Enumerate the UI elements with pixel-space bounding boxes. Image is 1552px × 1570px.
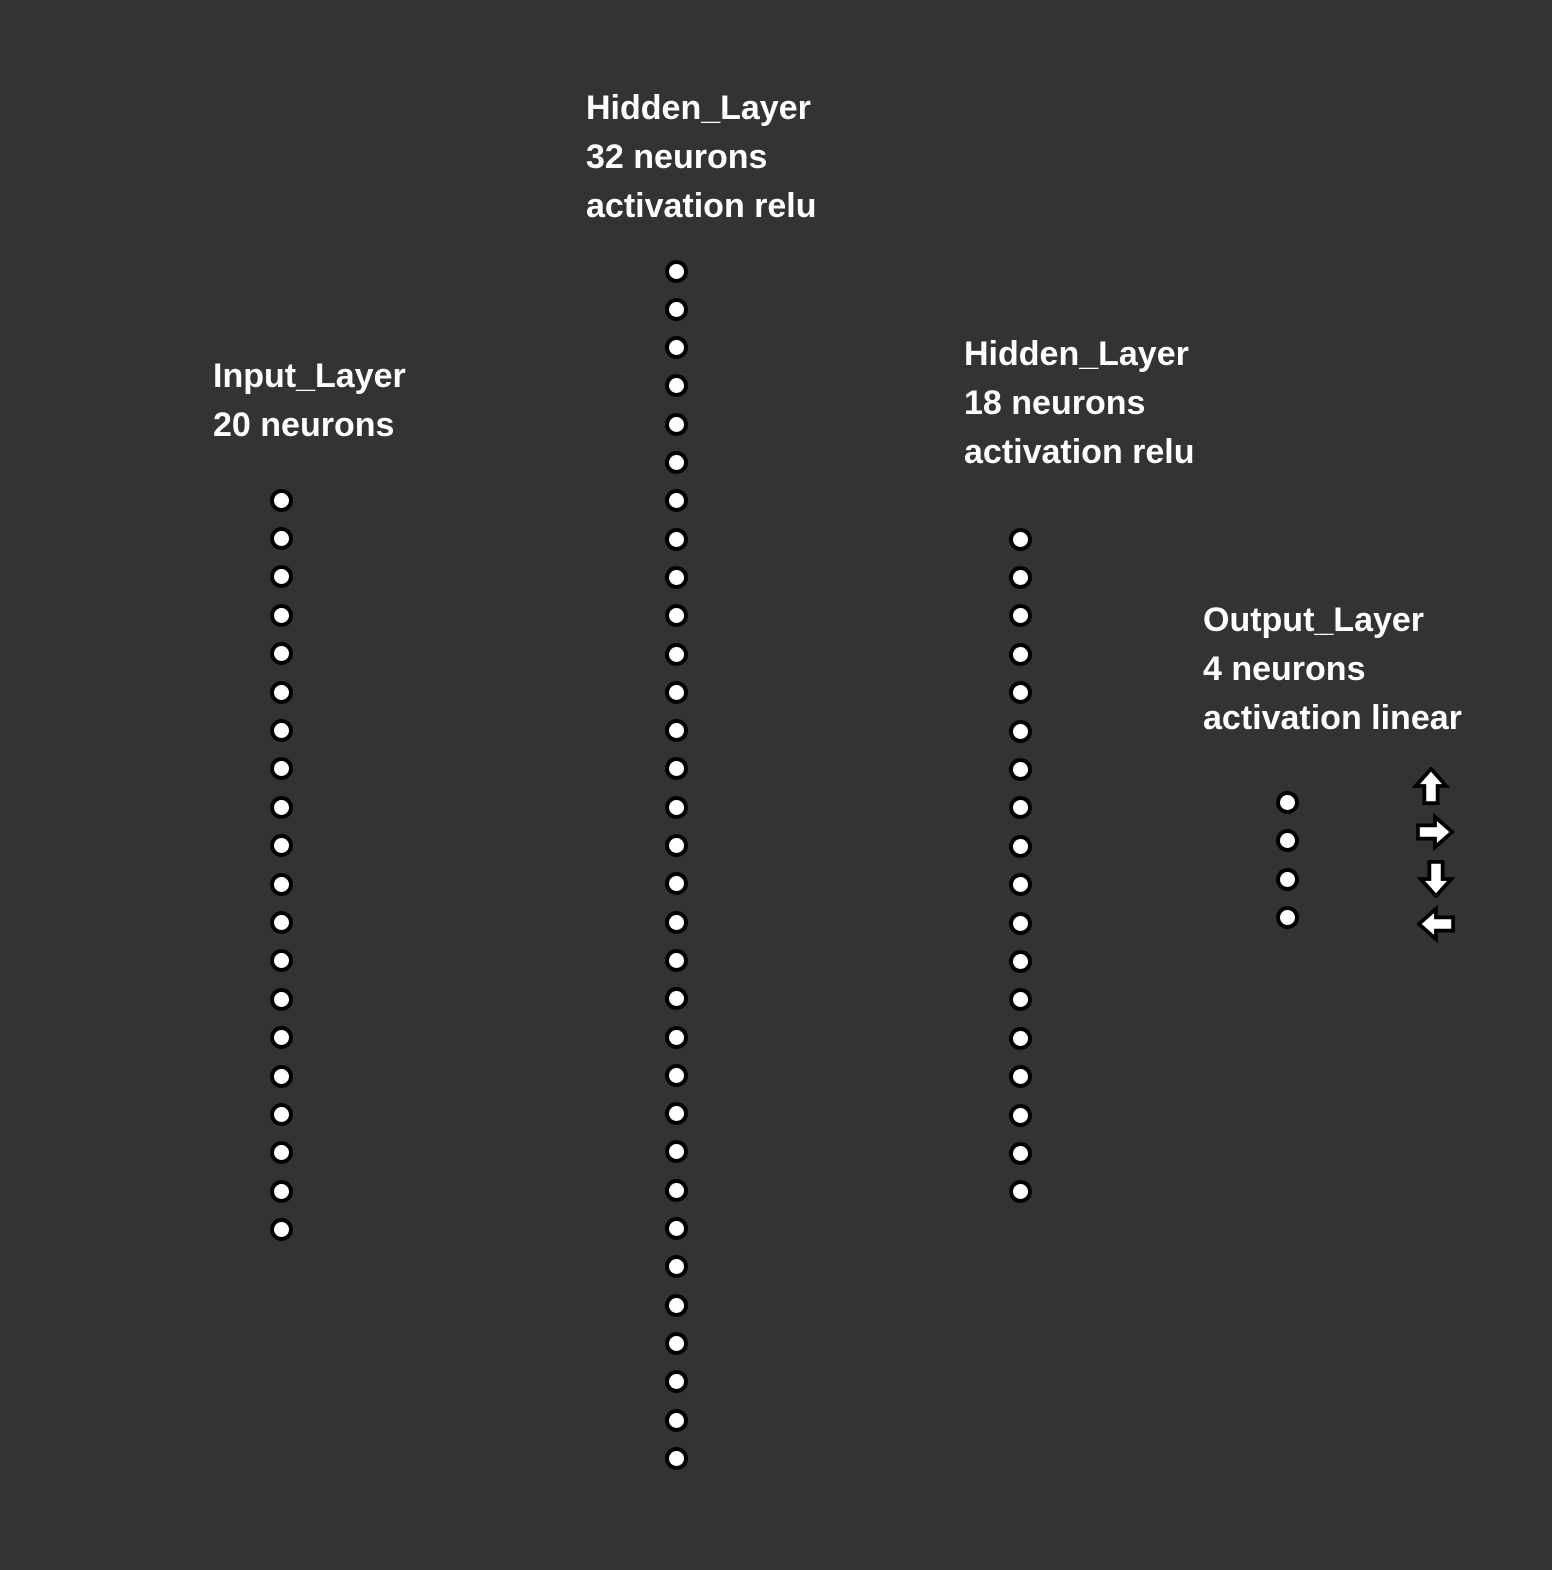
neuron [664,527,688,551]
neuron [664,1063,688,1087]
neuron [1275,867,1299,891]
neuron [1008,642,1032,666]
neuron [269,757,293,781]
neuron [1275,829,1299,852]
neuron [664,987,688,1011]
neuron [1008,719,1032,743]
layer-name: Input_Layer [213,357,406,395]
neuron [664,1025,688,1049]
neuron [269,1064,293,1088]
neuron [664,604,688,628]
neuron [1008,527,1032,551]
layer-name: Hidden_Layer [964,335,1189,373]
neuron [664,1255,688,1279]
neuron [269,565,293,589]
neuron [664,1408,688,1432]
neuron [664,259,688,283]
layer-name: Output_Layer [1203,601,1425,639]
activation-label: activation relu [586,187,817,225]
neuron [269,987,293,1011]
neuron [664,336,688,360]
neuron [664,374,688,398]
neuron [269,1102,293,1126]
neuron [1008,911,1032,935]
activation-label: activation relu [964,433,1195,471]
neuron [1008,988,1032,1012]
neuron [664,1178,688,1202]
neuron-count-label: 20 neurons [213,406,395,444]
neuron [269,1141,293,1165]
hidden-layer-1-label: Hidden_Layer 32 neurons activation relu [586,84,817,231]
neuron [664,642,688,666]
output-layer-label: Output_Layer 4 neurons activation linear [1203,596,1462,743]
neuron [664,680,688,704]
neuron [269,834,293,858]
neuron [664,1140,688,1164]
neuron-count-label: 32 neurons [586,138,768,176]
neuron [269,642,293,666]
hidden-layer-2-label: Hidden_Layer 18 neurons activation relu [964,330,1195,477]
neuron [664,834,688,857]
neuron [269,718,293,742]
neuron [1275,906,1299,929]
neuron [664,1331,688,1355]
neuron [1008,757,1032,781]
neuron [664,795,688,819]
layer-name: Hidden_Layer [586,89,811,127]
neuron [269,1179,293,1203]
neuron [1008,949,1032,973]
neuron [269,795,293,819]
arrow-right-icon [1416,813,1454,851]
neuron [664,910,688,934]
neuron [1275,790,1299,814]
neuron [664,1102,688,1126]
neuron [1008,1026,1032,1050]
neuron [1008,796,1032,820]
neuron [269,526,293,550]
neuron [269,910,293,934]
neuron [1008,1180,1032,1204]
neuron [1008,834,1032,858]
neuron [664,719,688,743]
activation-label: activation linear [1203,699,1462,737]
neuron [664,872,688,896]
neuron [269,1026,293,1050]
neuron [269,872,293,896]
neuron [1008,1065,1032,1089]
input-layer-label: Input_Layer 20 neurons [213,352,406,450]
neuron [269,603,293,627]
neuron [664,565,688,589]
neuron [664,1217,688,1240]
neuron [664,489,688,513]
neuron [269,680,293,704]
arrow-left-icon [1417,905,1455,943]
neuron [1008,681,1032,705]
neuron [269,1218,293,1242]
arrow-up-icon [1412,767,1450,805]
neuron [1008,604,1032,628]
neuron [664,1446,688,1470]
neuron [1008,565,1032,589]
neuron-count-label: 18 neurons [964,384,1146,422]
neuron [664,1370,688,1394]
neuron [664,948,688,972]
neuron [664,297,688,321]
neuron [664,757,688,781]
neuron [664,412,688,436]
arrow-down-icon [1417,860,1455,898]
neuron-count-label: 4 neurons [1203,650,1366,688]
neuron [1008,1103,1032,1127]
neuron [664,451,688,474]
neuron [1008,873,1032,897]
neuron [1008,1141,1032,1165]
neuron [269,488,293,512]
neuron [269,949,293,973]
neuron [664,1293,688,1317]
